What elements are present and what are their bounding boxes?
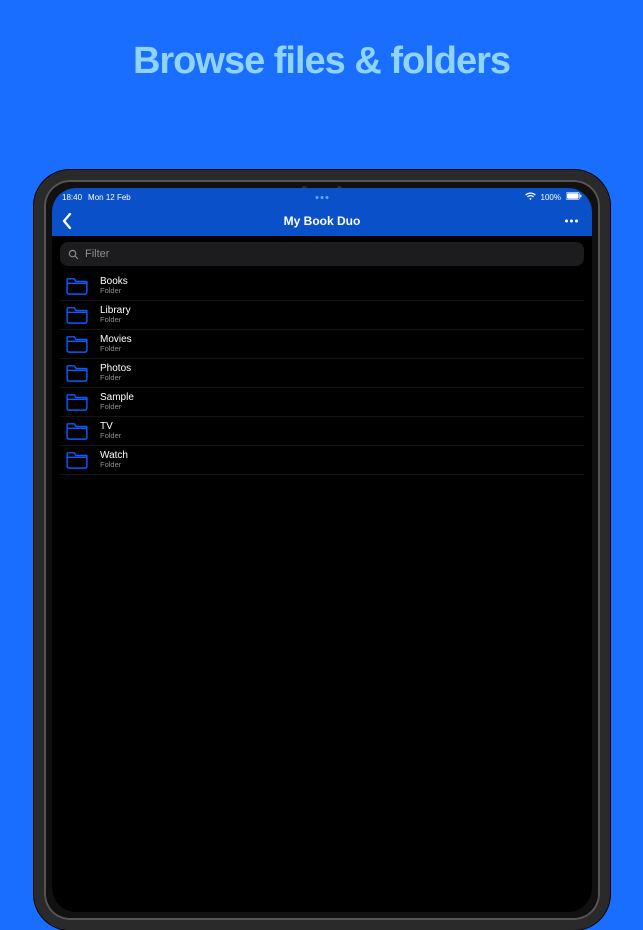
item-type: Folder <box>100 345 132 354</box>
list-item[interactable]: Watch Folder <box>60 446 584 475</box>
search-icon <box>68 249 79 260</box>
ellipsis-icon <box>565 220 568 223</box>
list-item[interactable]: Sample Folder <box>60 388 584 417</box>
promo-title: Browse files & folders <box>0 40 643 83</box>
folder-icon <box>66 451 88 469</box>
item-type: Folder <box>100 287 128 296</box>
status-bar: 18:40 Mon 12 Feb 100% <box>52 188 592 206</box>
list-item[interactable]: Books Folder <box>60 272 584 301</box>
folder-icon <box>66 422 88 440</box>
more-button[interactable] <box>561 216 582 227</box>
folder-icon <box>66 306 88 324</box>
device-screen: 18:40 Mon 12 Feb 100% My Book Duo <box>52 188 592 912</box>
list-item[interactable]: TV Folder <box>60 417 584 446</box>
battery-percent: 100% <box>541 193 561 202</box>
battery-icon <box>566 192 582 202</box>
item-type: Folder <box>100 432 121 441</box>
folder-icon <box>66 335 88 353</box>
folder-list: Books Folder Library Folder Movies Fol <box>60 272 584 475</box>
multitask-dots[interactable] <box>316 196 329 199</box>
folder-icon <box>66 277 88 295</box>
content-area: Books Folder Library Folder Movies Fol <box>52 236 592 481</box>
item-type: Folder <box>100 374 131 383</box>
list-item[interactable]: Photos Folder <box>60 359 584 388</box>
filter-field[interactable] <box>60 242 584 266</box>
item-type: Folder <box>100 403 134 412</box>
status-date: Mon 12 Feb <box>88 193 131 202</box>
folder-icon <box>66 393 88 411</box>
status-time: 18:40 <box>62 193 82 202</box>
item-type: Folder <box>100 461 128 470</box>
device-frame: 18:40 Mon 12 Feb 100% My Book Duo <box>34 170 610 930</box>
list-item[interactable]: Movies Folder <box>60 330 584 359</box>
item-type: Folder <box>100 316 131 325</box>
wifi-icon <box>525 192 536 202</box>
filter-input[interactable] <box>85 248 576 260</box>
folder-icon <box>66 364 88 382</box>
chevron-left-icon <box>62 213 72 229</box>
nav-bar: My Book Duo <box>52 206 592 236</box>
page-title: My Book Duo <box>284 214 361 228</box>
back-button[interactable] <box>60 212 74 230</box>
list-item[interactable]: Library Folder <box>60 301 584 330</box>
